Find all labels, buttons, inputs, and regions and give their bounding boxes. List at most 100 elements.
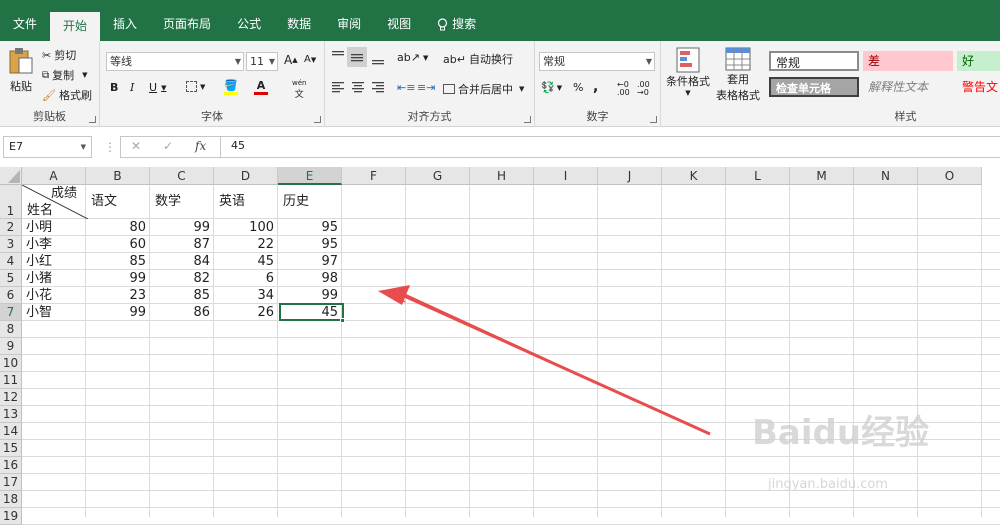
tab-home[interactable]: 开始 (50, 12, 101, 41)
cell-name[interactable]: 小猪 (23, 270, 85, 287)
cell-name[interactable]: 小明 (23, 219, 85, 236)
tab-page-layout[interactable]: 页面布局 (150, 8, 224, 41)
row-header-7[interactable]: 7 (0, 304, 22, 321)
cell-score-e[interactable]: 95 (278, 236, 341, 253)
header-math[interactable]: 数学 (152, 193, 181, 210)
align-right-button[interactable] (371, 81, 385, 93)
row-header-18[interactable]: 18 (0, 491, 22, 508)
row-header-10[interactable]: 10 (0, 355, 22, 372)
column-header-j[interactable]: J (598, 167, 662, 185)
header-score-label[interactable]: 成绩 (48, 185, 77, 202)
style-good[interactable]: 好 (957, 51, 1000, 71)
tab-insert[interactable]: 插入 (100, 8, 150, 41)
align-top-button[interactable] (331, 50, 345, 62)
formula-bar-splitter-icon[interactable]: ⋮ (104, 139, 116, 155)
currency-button[interactable]: 💱 ▼ (541, 81, 562, 94)
row-header-5[interactable]: 5 (0, 270, 22, 287)
decrease-indent-button[interactable]: ⇤≡ (397, 81, 415, 94)
cell-score-c[interactable]: 85 (150, 287, 213, 304)
style-warning[interactable]: 警告文 (957, 77, 1000, 97)
row-header-15[interactable]: 15 (0, 440, 22, 457)
wrap-text-button[interactable]: ab↵ 自动换行 (443, 51, 513, 67)
percent-button[interactable]: % (573, 81, 583, 94)
column-header-m[interactable]: M (790, 167, 854, 185)
column-header-a[interactable]: A (22, 167, 86, 185)
tab-review[interactable]: 审阅 (324, 8, 374, 41)
align-center-button[interactable] (351, 81, 365, 93)
font-name-select[interactable]: 等线 ▼ (106, 52, 244, 71)
font-color-button[interactable]: A (254, 79, 268, 95)
paste-button[interactable]: 粘贴 (8, 47, 34, 94)
cut-button[interactable]: ✂ 剪切 (42, 47, 76, 63)
italic-button[interactable]: I (130, 81, 134, 94)
tab-formulas[interactable]: 公式 (224, 8, 274, 41)
column-header-b[interactable]: B (86, 167, 150, 185)
style-bad[interactable]: 差 (863, 51, 953, 71)
cell-score-e[interactable]: 95 (278, 219, 341, 236)
phonetic-button[interactable]: wén 文 (292, 79, 306, 100)
row-header-2[interactable]: 2 (0, 219, 22, 236)
number-launcher-icon[interactable] (650, 116, 657, 123)
fill-handle[interactable] (340, 318, 345, 323)
align-bottom-button[interactable] (371, 53, 385, 65)
comma-button[interactable]: , (593, 79, 598, 95)
cancel-icon[interactable]: ✕ (131, 139, 141, 153)
header-name-label[interactable]: 姓名 (24, 202, 53, 219)
cell-score-e[interactable]: 98 (278, 270, 341, 287)
cell-score-c[interactable]: 84 (150, 253, 213, 270)
cell-score-c[interactable]: 86 (150, 304, 213, 321)
column-header-f[interactable]: F (342, 167, 406, 185)
border-button[interactable]: ▼ (186, 81, 205, 92)
tab-search[interactable]: 搜索 (424, 8, 489, 41)
column-header-h[interactable]: H (470, 167, 534, 185)
align-middle-button[interactable] (347, 47, 367, 67)
row-header-3[interactable]: 3 (0, 236, 22, 253)
column-header-e[interactable]: E (278, 167, 342, 185)
insert-function-icon[interactable]: fx (195, 139, 206, 153)
row-header-9[interactable]: 9 (0, 338, 22, 355)
underline-button[interactable]: U ▼ (149, 81, 166, 94)
cell-score-b[interactable]: 60 (86, 236, 149, 253)
column-header-l[interactable]: L (726, 167, 790, 185)
row-header-1[interactable]: 1 (0, 185, 22, 219)
row-header-13[interactable]: 13 (0, 406, 22, 423)
font-size-select[interactable]: 11 ▼ (246, 52, 278, 71)
cell-score-d[interactable]: 34 (214, 287, 277, 304)
cell-score-c[interactable]: 87 (150, 236, 213, 253)
cell-score-b[interactable]: 85 (86, 253, 149, 270)
format-as-table-button[interactable]: 套用 表格格式 (711, 47, 765, 103)
alignment-launcher-icon[interactable] (524, 116, 531, 123)
row-header-14[interactable]: 14 (0, 423, 22, 440)
cell-score-b[interactable]: 99 (86, 270, 149, 287)
style-normal[interactable]: 常规 (769, 51, 859, 71)
style-explanatory[interactable]: 解释性文本 (863, 77, 953, 97)
cell-score-d[interactable]: 26 (214, 304, 277, 321)
cell-score-b[interactable]: 99 (86, 304, 149, 321)
column-header-d[interactable]: D (214, 167, 278, 185)
cell-score-c[interactable]: 99 (150, 219, 213, 236)
header-english[interactable]: 英语 (216, 193, 245, 210)
merge-center-button[interactable]: 合并后居中 ▼ (443, 81, 524, 97)
column-header-n[interactable]: N (854, 167, 918, 185)
increase-decimal-button[interactable]: ←0.00 (617, 81, 630, 97)
header-history[interactable]: 历史 (280, 193, 309, 210)
column-header-c[interactable]: C (150, 167, 214, 185)
name-box[interactable]: E7 ▼ (3, 136, 92, 158)
select-all-button[interactable] (0, 167, 22, 185)
cell-score-c[interactable]: 82 (150, 270, 213, 287)
decrease-decimal-button[interactable]: .00 →0 (637, 81, 650, 97)
cell-score-d[interactable]: 22 (214, 236, 277, 253)
row-header-6[interactable]: 6 (0, 287, 22, 304)
row-header-8[interactable]: 8 (0, 321, 22, 338)
row-header-11[interactable]: 11 (0, 372, 22, 389)
column-header-k[interactable]: K (662, 167, 726, 185)
align-left-button[interactable] (331, 81, 345, 93)
cell-score-b[interactable]: 80 (86, 219, 149, 236)
format-painter-button[interactable]: 🖌 格式刷 (42, 87, 92, 103)
clipboard-launcher-icon[interactable] (89, 116, 96, 123)
bold-button[interactable]: B (110, 81, 118, 94)
cell-name[interactable]: 小花 (23, 287, 85, 304)
cell-score-b[interactable]: 23 (86, 287, 149, 304)
grow-font-button[interactable]: A ▲ (284, 53, 298, 67)
font-launcher-icon[interactable] (314, 116, 321, 123)
